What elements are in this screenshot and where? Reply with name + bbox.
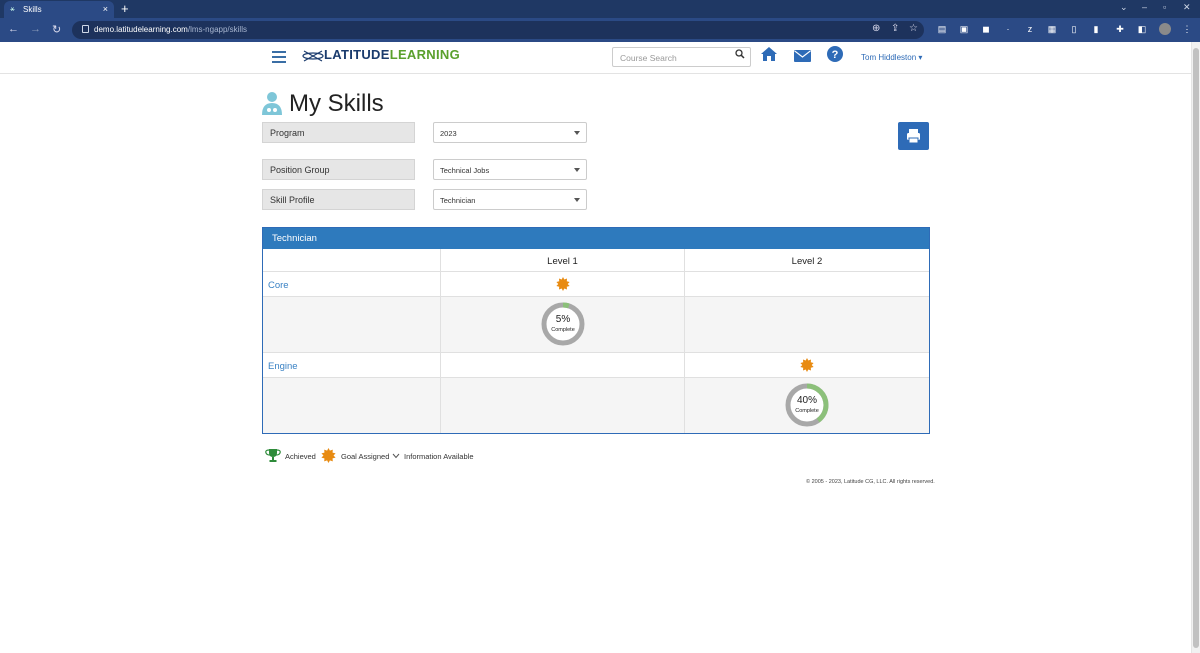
- new-tab-button[interactable]: +: [121, 1, 129, 16]
- progress-donut-core[interactable]: 5% Complete: [541, 302, 585, 346]
- svg-text:?: ?: [832, 49, 839, 61]
- skill-link-engine[interactable]: Engine: [263, 353, 441, 377]
- engine-level-1-cell: [441, 353, 685, 377]
- hamburger-menu-icon[interactable]: [272, 51, 286, 63]
- browser-tab-bar: ⚹ Skills × + ⌄ – ▫ ✕: [0, 0, 1200, 18]
- user-menu[interactable]: Tom Hiddleston ▾: [861, 53, 922, 62]
- user-skills-icon: [262, 92, 282, 115]
- progress-percent: 5%: [555, 314, 571, 325]
- skill-link-core[interactable]: Core: [263, 272, 441, 296]
- goal-assigned-icon: [321, 448, 336, 463]
- program-label: Program: [262, 122, 415, 143]
- mail-icon[interactable]: [794, 49, 811, 67]
- lock-icon: [82, 25, 89, 33]
- minimize-icon[interactable]: –: [1142, 2, 1147, 12]
- core-level-2-cell: [685, 272, 929, 296]
- restore-icon[interactable]: ▫: [1163, 2, 1166, 12]
- zoom-icon[interactable]: ⊕: [872, 23, 880, 34]
- position-group-select[interactable]: Technical Jobs: [433, 159, 587, 180]
- chevron-down-icon: [574, 198, 580, 202]
- table-row: 40% Complete: [263, 378, 929, 433]
- reload-icon[interactable]: ↻: [52, 23, 61, 36]
- site-header: LATITUDELEARNING Course Search ? Tom Hid…: [0, 42, 1200, 74]
- tab-search-icon[interactable]: ⌄: [1120, 2, 1128, 13]
- legend-information-available-label: Information Available: [404, 452, 474, 461]
- bookmark-star-icon[interactable]: ☆: [909, 23, 918, 34]
- engine-level-2-progress-cell: 40% Complete: [685, 378, 929, 433]
- address-url: demo.latitudelearning.com/lms-ngapp/skil…: [94, 25, 247, 34]
- chevron-down-icon: [392, 453, 400, 459]
- goal-assigned-icon[interactable]: [800, 358, 814, 372]
- skills-table: Technician Level 1 Level 2 Core 5% Compl…: [262, 227, 930, 434]
- position-group-label: Position Group: [262, 159, 415, 180]
- extensions-puzzle-icon[interactable]: ✚: [1114, 23, 1126, 35]
- table-row: 5% Complete: [263, 297, 929, 353]
- home-icon[interactable]: [760, 46, 778, 67]
- tab-title: Skills: [23, 5, 42, 14]
- side-panel-icon[interactable]: ◧: [1136, 23, 1148, 35]
- engine-level-1-progress-cell: [441, 378, 685, 433]
- search-icon[interactable]: [735, 49, 745, 62]
- chevron-down-icon: [574, 168, 580, 172]
- progress-percent: 40%: [796, 395, 817, 406]
- course-search-input[interactable]: Course Search: [612, 47, 751, 67]
- engine-detail-label-cell: [263, 378, 441, 433]
- extension-icon[interactable]: ▯: [1068, 23, 1080, 35]
- page-title: My Skills: [289, 90, 384, 117]
- page-scrollbar[interactable]: [1191, 42, 1200, 653]
- logo-globe-icon: [302, 50, 324, 62]
- profile-avatar[interactable]: [1159, 23, 1171, 35]
- print-button[interactable]: [898, 122, 929, 150]
- skill-profile-label: Skill Profile: [262, 189, 415, 210]
- back-icon[interactable]: ←: [8, 23, 19, 35]
- share-icon[interactable]: ⇪: [891, 23, 899, 34]
- empty-header-cell: [263, 249, 441, 271]
- core-detail-label-cell: [263, 297, 441, 352]
- extension-icon[interactable]: ·: [1002, 23, 1014, 35]
- table-row: Engine: [263, 353, 929, 378]
- browser-tab[interactable]: ⚹ Skills ×: [4, 1, 114, 18]
- logo-text: LATITUDELEARNING: [324, 47, 461, 62]
- help-icon[interactable]: ?: [827, 46, 843, 67]
- chevron-down-icon: [574, 131, 580, 135]
- scrollbar-thumb[interactable]: [1193, 48, 1199, 648]
- table-row: Core: [263, 272, 929, 297]
- column-header-level-2: Level 2: [791, 256, 823, 267]
- browser-toolbar: ← → ↻ demo.latitudelearning.com/lms-ngap…: [0, 18, 1200, 42]
- extension-icon[interactable]: z: [1024, 23, 1036, 35]
- engine-level-2-cell: [685, 353, 929, 377]
- progress-donut-engine[interactable]: 40% Complete: [785, 383, 829, 427]
- browser-menu-icon[interactable]: ⋮: [1181, 23, 1193, 35]
- printer-icon: [907, 129, 920, 144]
- forward-icon[interactable]: →: [30, 23, 41, 35]
- column-header-level-1: Level 1: [441, 249, 685, 271]
- copyright-text: © 2005 - 2023, Latitude CG, LLC. All rig…: [806, 479, 935, 485]
- tab-close-icon[interactable]: ×: [103, 4, 108, 14]
- progress-label: Complete: [551, 327, 575, 333]
- tab-favicon-icon: ⚹: [10, 4, 15, 13]
- skills-table-heading: Technician: [263, 228, 929, 249]
- window-close-icon[interactable]: ✕: [1183, 2, 1191, 13]
- core-level-1-cell: [441, 272, 685, 296]
- progress-label: Complete: [795, 408, 819, 414]
- core-level-1-progress-cell: 5% Complete: [441, 297, 685, 352]
- extension-icon[interactable]: ▤: [936, 23, 948, 35]
- extension-icon[interactable]: ◼: [980, 23, 992, 35]
- extension-icon[interactable]: ▦: [1046, 23, 1058, 35]
- core-level-2-progress-cell: [685, 297, 929, 352]
- trophy-icon: [265, 449, 281, 462]
- table-header-row: Level 1 Level 2: [263, 249, 929, 272]
- goal-assigned-icon[interactable]: [556, 277, 570, 291]
- legend-goal-assigned-label: Goal Assigned: [341, 452, 390, 461]
- legend-achieved-label: Achieved: [285, 452, 316, 461]
- skill-profile-select[interactable]: Technician: [433, 189, 587, 210]
- extension-icon[interactable]: ▣: [958, 23, 970, 35]
- program-select[interactable]: 2023: [433, 122, 587, 143]
- address-bar[interactable]: demo.latitudelearning.com/lms-ngapp/skil…: [72, 21, 924, 39]
- extension-icon[interactable]: ▮: [1090, 23, 1102, 35]
